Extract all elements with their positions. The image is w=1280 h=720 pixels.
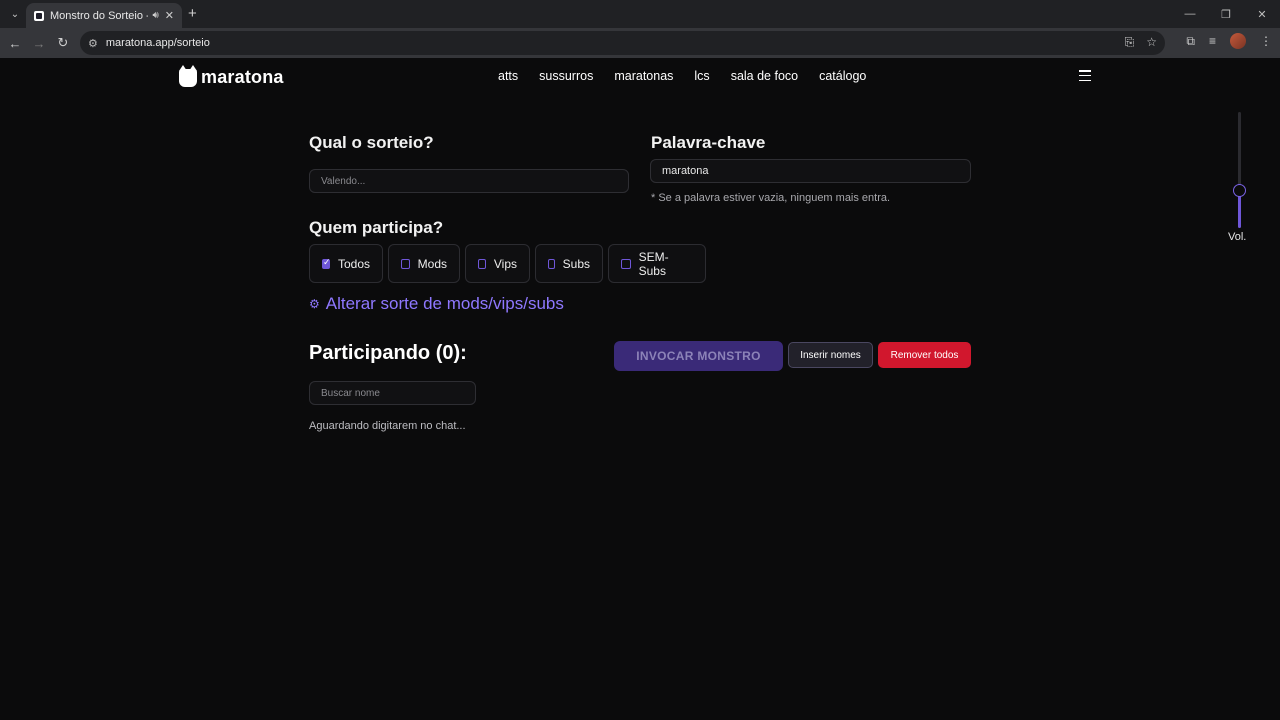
sorteio-label: Qual o sorteio?	[309, 133, 434, 152]
install-app-icon[interactable]: ⎘	[1125, 35, 1135, 50]
option-mods[interactable]: Mods	[388, 244, 460, 283]
checkbox-checked[interactable]	[322, 257, 331, 269]
window-controls: — ❐ ✕	[1172, 0, 1280, 28]
nav-maratonas[interactable]: maratonas	[614, 69, 673, 83]
cat-logo-icon	[179, 64, 197, 87]
change-luck-text: Alterar sorte de mods/vips/subs	[325, 294, 564, 313]
browser-actions: ⧉ ≡ ⋮	[1186, 33, 1272, 49]
volume-slider-thumb[interactable]	[1233, 184, 1246, 197]
main-nav: atts sussurros maratonas lcs sala de foc…	[498, 69, 866, 83]
participants-label: Quem participa?	[309, 218, 444, 237]
site-favicon-icon	[34, 10, 44, 21]
address-bar[interactable]: ⚙ maratona.app/sorteio ⎘ ☆	[80, 31, 1165, 55]
nav-lcs[interactable]: lcs	[694, 69, 709, 83]
site-info-icon[interactable]: ⚙	[88, 37, 98, 50]
keyword-label: Palavra-chave	[651, 133, 766, 152]
participants-title: Participando (0):	[309, 342, 467, 364]
sorteio-input[interactable]: Valendo...	[309, 169, 629, 193]
audio-playing-icon[interactable]: 🔊︎	[152, 10, 158, 21]
invoke-monster-button[interactable]: INVOCAR MONSTRO	[614, 341, 783, 371]
new-tab-icon[interactable]: +	[188, 5, 197, 22]
option-subs[interactable]: Subs	[535, 244, 603, 283]
option-sem-subs[interactable]: SEM-Subs	[608, 244, 706, 283]
site-logo[interactable]: maratona	[179, 64, 284, 88]
bookmark-star-icon[interactable]: ☆	[1146, 35, 1157, 50]
option-todos[interactable]: Todos	[309, 244, 383, 283]
waiting-status: Aguardando digitarem no chat...	[309, 420, 466, 432]
option-label: Vips	[493, 256, 517, 271]
gear-icon: ⚙	[309, 297, 320, 311]
profile-avatar[interactable]	[1230, 33, 1246, 49]
media-control-icon[interactable]: ≡	[1209, 34, 1216, 48]
url-text: maratona.app/sorteio	[105, 37, 210, 49]
extensions-icon[interactable]: ⧉	[1186, 34, 1195, 49]
logo-text: maratona	[201, 67, 284, 87]
search-name-input[interactable]: Buscar nome	[309, 381, 476, 405]
checkbox[interactable]	[548, 258, 555, 269]
hamburger-menu-icon[interactable]	[1079, 70, 1091, 81]
browser-tab-bar: ⌄ Monstro do Sorteio - Twitch 🔊︎ ✕ + — ❐…	[0, 0, 1280, 28]
checkbox[interactable]	[401, 258, 410, 269]
insert-names-button[interactable]: Inserir nomes	[788, 342, 873, 368]
nav-atts[interactable]: atts	[498, 69, 518, 83]
close-tab-icon[interactable]: ✕	[165, 9, 174, 22]
close-window-icon[interactable]: ✕	[1244, 8, 1280, 21]
change-luck-link[interactable]: ⚙ Alterar sorte de mods/vips/subs	[309, 294, 564, 314]
option-label: Todos	[337, 256, 370, 271]
back-icon[interactable]: ←	[3, 36, 27, 51]
site-header: maratona atts sussurros maratonas lcs sa…	[0, 58, 1280, 96]
browser-menu-icon[interactable]: ⋮	[1260, 34, 1272, 48]
tab-search-icon[interactable]: ⌄	[5, 4, 25, 24]
checkbox[interactable]	[478, 258, 486, 269]
browser-tab[interactable]: Monstro do Sorteio - Twitch 🔊︎ ✕	[26, 3, 182, 28]
forward-icon[interactable]: →	[27, 36, 51, 51]
nav-sala-de-foco[interactable]: sala de foco	[731, 69, 798, 83]
checkbox[interactable]	[621, 258, 631, 269]
browser-toolbar: ← → ↻ ⚙ maratona.app/sorteio ⎘ ☆	[0, 28, 1280, 58]
option-label: Subs	[562, 256, 590, 271]
keyword-input[interactable]: maratona	[650, 159, 971, 183]
remove-all-button[interactable]: Remover todos	[878, 342, 971, 368]
nav-sussurros[interactable]: sussurros	[539, 69, 593, 83]
option-label: SEM-Subs	[638, 249, 669, 278]
reload-icon[interactable]: ↻	[51, 35, 75, 51]
keyword-note: * Se a palavra estiver vazia, ninguem ma…	[651, 192, 891, 204]
tab-title: Monstro do Sorteio - Twitch	[50, 9, 148, 22]
nav-catalogo[interactable]: catálogo	[819, 69, 866, 83]
minimize-icon[interactable]: —	[1172, 8, 1208, 20]
option-vips[interactable]: Vips	[465, 244, 530, 283]
restore-icon[interactable]: ❐	[1208, 8, 1244, 21]
volume-label: Vol.	[1228, 231, 1247, 243]
participant-filter-group: Todos Mods Vips Subs SEM-Subs	[309, 244, 706, 283]
option-label: Mods	[417, 256, 447, 271]
